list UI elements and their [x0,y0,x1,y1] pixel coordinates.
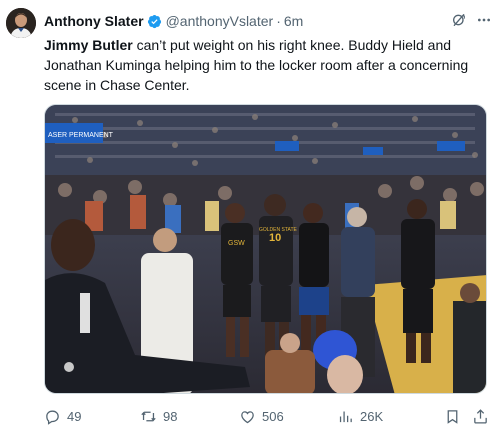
like-count: 506 [262,408,284,424]
views-button[interactable]: 26K [337,405,383,427]
separator: · [276,13,281,29]
more-icon[interactable] [476,12,492,28]
like-button[interactable]: 506 [239,405,284,427]
avatar[interactable] [6,8,36,38]
svg-text:GSW: GSW [228,240,245,247]
like-icon [241,410,254,423]
arena-photo: ASER PERMANENT GSW 10 GOLDEN STATE [45,105,486,393]
action-bar: 49 98 506 26K [44,405,492,427]
reply-icon [46,410,59,425]
author-name[interactable]: Anthony Slater [44,13,144,29]
share-button[interactable] [472,405,495,427]
tweet-card: Anthony Slater @anthonyVslater · 6m Jimm… [0,0,500,440]
views-icon [339,411,352,422]
reply-button[interactable]: 49 [44,405,81,427]
grok-icon[interactable] [451,12,467,28]
bookmark-button[interactable] [444,405,467,427]
author-handle[interactable]: @anthonyVslater [166,13,274,29]
jersey-text: GOLDEN STATE [259,227,298,233]
verified-badge-icon [147,14,161,28]
arena-sign: ASER PERMANENT [48,132,114,139]
retweet-count: 98 [163,408,178,424]
retweet-icon [141,411,156,421]
jersey-number: 10 [269,232,281,244]
bookmark-icon [447,409,458,424]
share-icon [474,408,487,424]
timestamp[interactable]: 6m [284,13,303,29]
mention-name: Jimmy Butler [44,37,133,53]
tweet-photo[interactable]: ASER PERMANENT GSW 10 GOLDEN STATE [44,104,487,394]
tweet-header: Anthony Slater @anthonyVslater · 6m [44,11,470,31]
tweet-text: Jimmy Butler can’t put weight on his rig… [44,35,492,95]
views-count: 26K [360,408,384,424]
reply-count: 49 [67,408,82,424]
retweet-button[interactable]: 98 [140,405,177,427]
